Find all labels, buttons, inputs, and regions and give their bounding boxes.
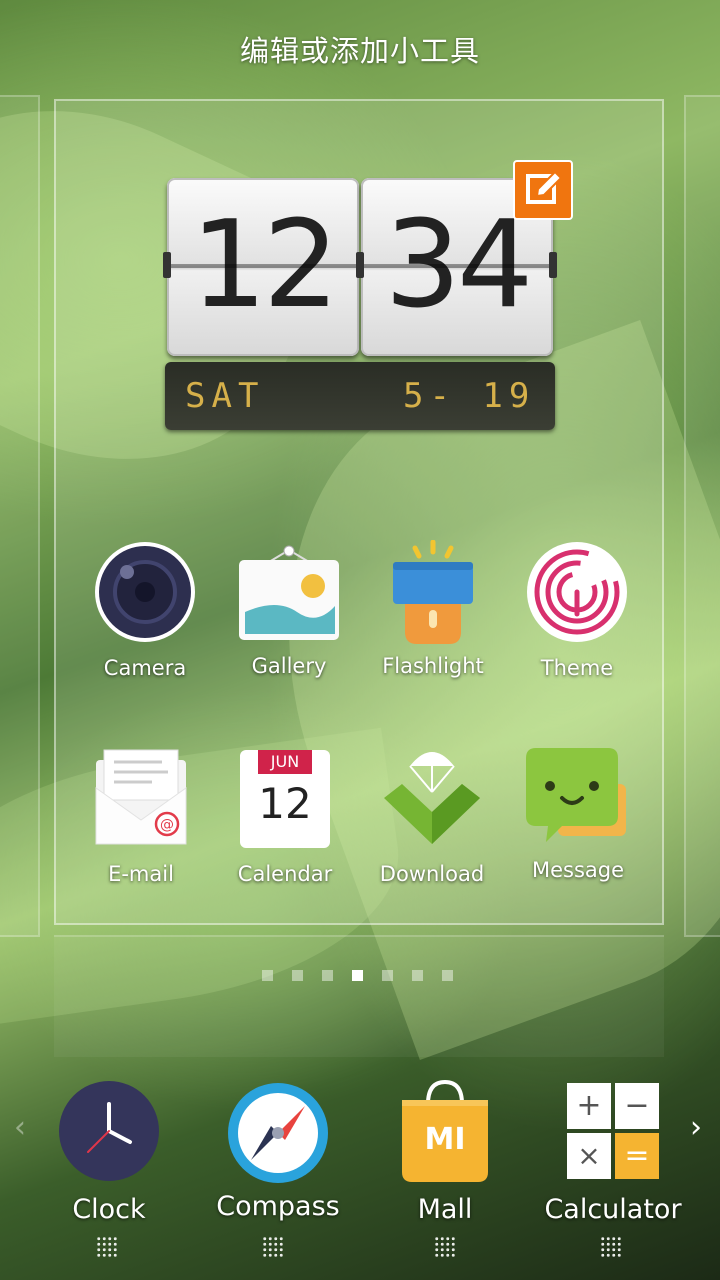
day-text: SAT bbox=[185, 376, 265, 416]
flashlight-icon bbox=[381, 539, 485, 646]
gallery-icon bbox=[237, 544, 341, 644]
app-message[interactable]: Message bbox=[508, 746, 648, 882]
camera-icon bbox=[93, 540, 197, 644]
app-flashlight[interactable]: Flashlight bbox=[363, 539, 503, 678]
flip-clock-widget[interactable]: 12 34 SAT 5- 19 bbox=[163, 178, 557, 430]
calc-key-times: × bbox=[567, 1133, 611, 1179]
app-gallery[interactable]: Gallery bbox=[219, 544, 359, 678]
app-download[interactable]: Download bbox=[362, 746, 502, 886]
next-screen-preview[interactable] bbox=[684, 95, 720, 937]
app-label: Gallery bbox=[251, 654, 327, 678]
app-label: Theme bbox=[540, 656, 614, 680]
chevron-right-icon[interactable]: › bbox=[690, 1110, 702, 1145]
hinge bbox=[163, 252, 171, 278]
calendar-month: JUN bbox=[258, 750, 312, 774]
widget-label: Mall bbox=[417, 1194, 473, 1225]
app-calendar[interactable]: JUN 12 Calendar bbox=[215, 750, 355, 886]
page-dot[interactable] bbox=[442, 970, 453, 981]
widget-label: Calculator bbox=[544, 1194, 682, 1225]
clock-icon bbox=[59, 1081, 159, 1181]
edit-icon bbox=[526, 170, 563, 204]
drag-handle-icon[interactable] bbox=[262, 1236, 284, 1258]
calculator-icon: + − × = bbox=[567, 1083, 659, 1181]
calc-key-minus: − bbox=[615, 1083, 659, 1129]
compass-icon bbox=[228, 1083, 328, 1183]
widget-calculator[interactable]: + − × = bbox=[567, 1083, 659, 1181]
card-fold bbox=[361, 264, 553, 268]
page-dot[interactable] bbox=[412, 970, 423, 981]
edit-widget-button[interactable] bbox=[513, 160, 573, 220]
page-dot[interactable] bbox=[292, 970, 303, 981]
previous-screen-preview[interactable] bbox=[0, 95, 40, 937]
date-text: 5- 19 bbox=[403, 376, 536, 416]
drag-handle-icon[interactable] bbox=[96, 1236, 118, 1258]
calendar-day: 12 bbox=[258, 779, 312, 828]
page-dot[interactable] bbox=[262, 970, 273, 981]
app-camera[interactable]: Camera bbox=[75, 540, 215, 680]
message-icon bbox=[526, 746, 630, 846]
download-icon bbox=[380, 746, 484, 846]
page-dot-active[interactable] bbox=[352, 970, 363, 981]
page-dot[interactable] bbox=[322, 970, 333, 981]
drag-handle-icon[interactable] bbox=[434, 1236, 456, 1258]
mall-logo-text: MI bbox=[424, 1122, 466, 1157]
page-dot[interactable] bbox=[382, 970, 393, 981]
calc-key-plus: + bbox=[567, 1083, 611, 1129]
widget-label: Compass bbox=[216, 1191, 340, 1222]
chevron-left-icon[interactable]: ‹ bbox=[14, 1110, 26, 1145]
app-label: Camera bbox=[103, 656, 187, 680]
calc-key-equals: = bbox=[615, 1133, 659, 1179]
calendar-icon: JUN 12 bbox=[240, 750, 330, 848]
screen-preview-reflection bbox=[54, 935, 664, 1057]
widget-compass[interactable] bbox=[227, 1082, 329, 1184]
theme-icon bbox=[525, 540, 629, 644]
app-label: Calendar bbox=[237, 862, 333, 886]
hinge bbox=[549, 252, 557, 278]
hinge bbox=[356, 252, 364, 278]
page-title: 编辑或添加小工具 bbox=[239, 34, 480, 68]
app-label: E-mail bbox=[108, 862, 174, 886]
app-label: Flashlight bbox=[382, 654, 484, 678]
email-icon: @ bbox=[92, 748, 190, 848]
hours-card: 12 bbox=[167, 178, 359, 356]
widget-mall[interactable]: MI bbox=[398, 1079, 492, 1184]
app-theme[interactable]: Theme bbox=[507, 540, 647, 680]
svg-text:@: @ bbox=[160, 817, 174, 833]
widget-clock[interactable] bbox=[58, 1080, 160, 1182]
date-display: SAT 5- 19 bbox=[165, 362, 555, 430]
app-label: Download bbox=[379, 862, 485, 886]
widget-label: Clock bbox=[72, 1194, 146, 1225]
card-fold bbox=[167, 264, 359, 268]
app-email[interactable]: @ E-mail bbox=[71, 748, 211, 886]
drag-handle-icon[interactable] bbox=[600, 1236, 622, 1258]
app-label: Message bbox=[531, 858, 625, 882]
